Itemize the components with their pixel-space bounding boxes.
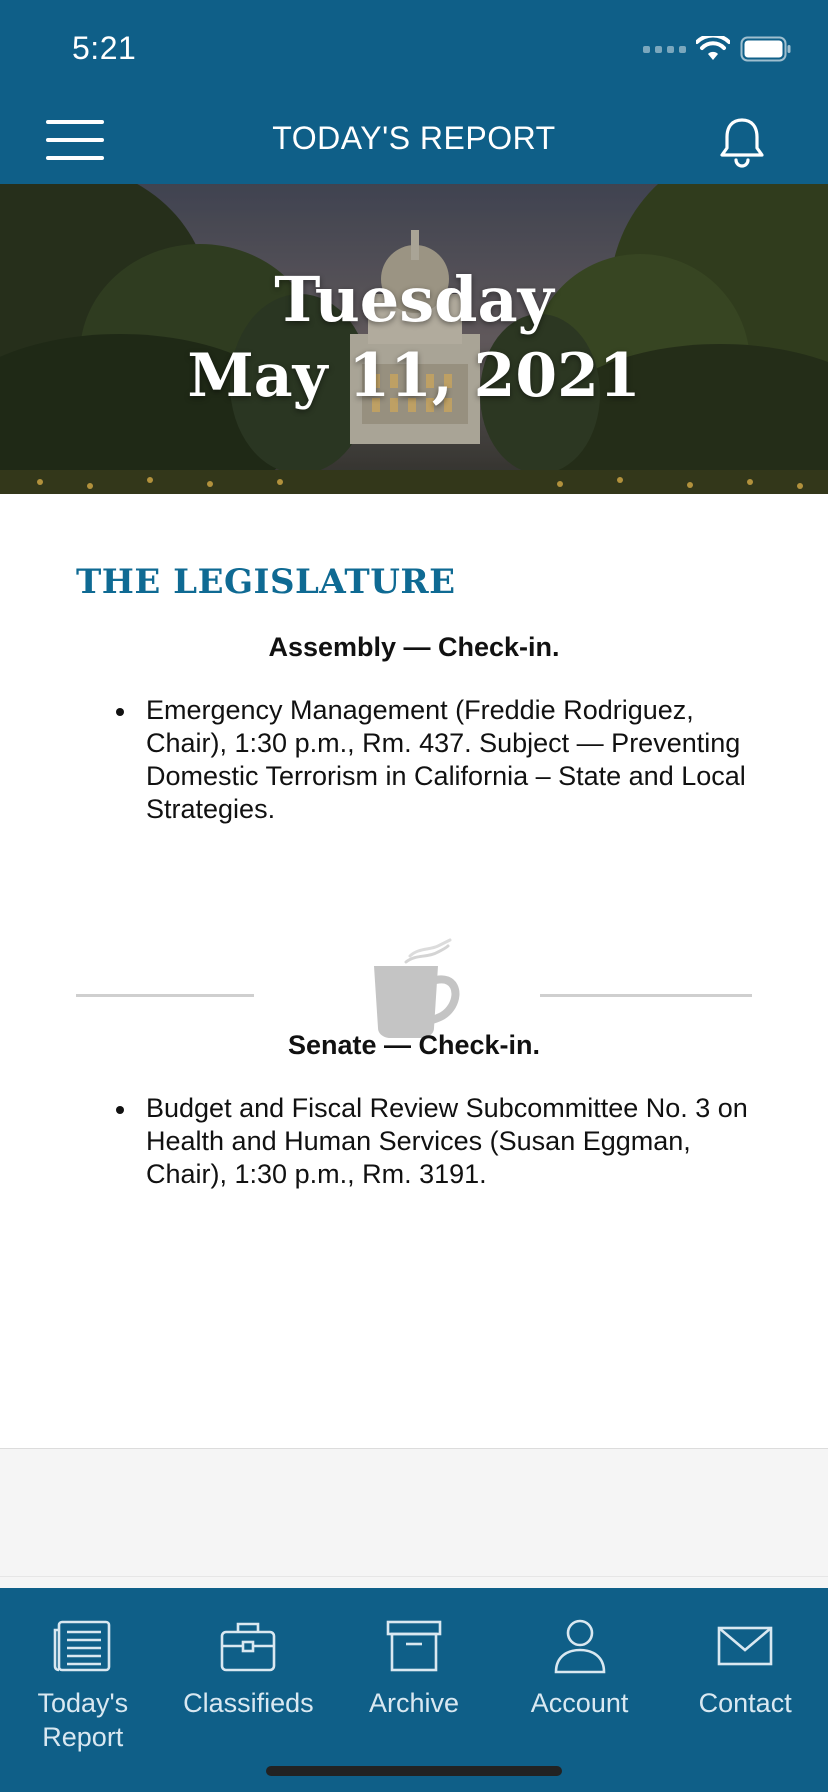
assembly-list: Emergency Management (Freddie Rodriguez,…: [112, 694, 760, 826]
home-indicator[interactable]: [266, 1766, 562, 1776]
cellular-signal-icon: [643, 45, 686, 53]
tab-label: Contact: [698, 1688, 792, 1718]
battery-icon: [740, 36, 791, 62]
app-screen: 5:21 TODAY'S REPORT Tuesday May 11, 2021…: [0, 0, 828, 1792]
status-indicators: [643, 36, 792, 62]
tab-classifieds[interactable]: Classifieds: [166, 1588, 332, 1758]
bell-icon[interactable]: [716, 116, 768, 168]
section-heading: THE LEGISLATURE: [76, 562, 456, 602]
status-bar: 5:21: [0, 0, 828, 96]
header: 5:21 TODAY'S REPORT: [0, 0, 828, 184]
senate-list: Budget and Fiscal Review Subcommittee No…: [112, 1092, 760, 1191]
tab-label: Account: [530, 1688, 629, 1718]
hero-banner: Tuesday May 11, 2021: [0, 184, 828, 494]
tab-account[interactable]: Account: [497, 1588, 663, 1758]
assembly-heading: Assembly — Check-in.: [268, 632, 560, 662]
coffee-mug-icon: [374, 938, 460, 1038]
tab-label: Classifieds: [183, 1688, 314, 1718]
hero-date-block: Tuesday May 11, 2021: [0, 262, 828, 414]
status-time: 5:21: [72, 30, 137, 66]
tab-archive[interactable]: Archive: [331, 1588, 497, 1758]
envelope-icon: [717, 1626, 773, 1666]
senate-heading: Senate — Check-in.: [287, 1030, 541, 1060]
nav-bar: TODAY'S REPORT: [0, 96, 828, 184]
divider-line-right: [540, 994, 752, 997]
archive-box-icon: [386, 1620, 442, 1672]
tab-label: Today's Report: [37, 1688, 129, 1752]
briefcase-icon: [221, 1622, 276, 1672]
tab-todays-report[interactable]: Today's Report: [0, 1588, 166, 1758]
page-title: TODAY'S REPORT: [272, 120, 556, 156]
wifi-icon: [696, 36, 730, 60]
tab-bar-separator: [0, 1576, 828, 1577]
tab-label: Archive: [368, 1688, 459, 1718]
report-content: THE LEGISLATURE Assembly — Check-in. Eme…: [0, 494, 828, 1449]
divider-line-left: [76, 994, 254, 997]
tab-contact[interactable]: Contact: [662, 1588, 828, 1758]
tab-bar: Today's Report Classifieds Archive Accou…: [0, 1588, 828, 1792]
list-item: Emergency Management (Freddie Rodriguez,…: [112, 694, 760, 826]
person-icon: [554, 1619, 605, 1674]
newspaper-icon: [53, 1620, 111, 1672]
hero-date: May 11, 2021: [187, 341, 641, 411]
list-item: Budget and Fiscal Review Subcommittee No…: [112, 1092, 760, 1191]
hero-weekday: Tuesday: [274, 263, 554, 336]
